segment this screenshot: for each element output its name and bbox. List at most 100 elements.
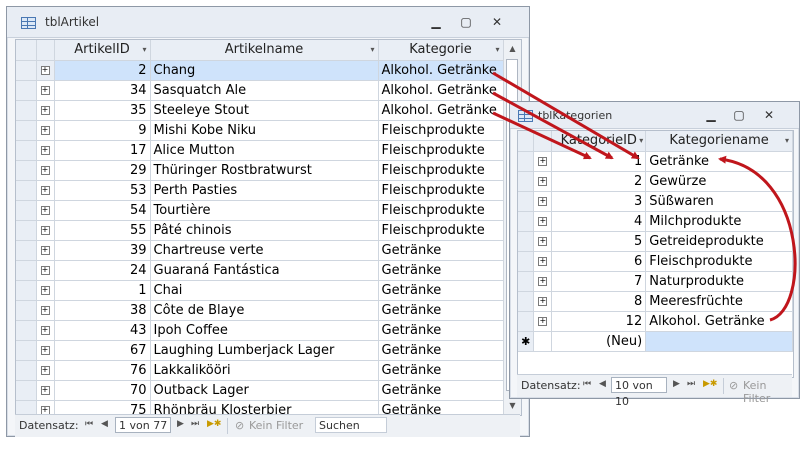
row-selector[interactable]	[16, 380, 37, 401]
cell-artikelid[interactable]: 24	[54, 260, 151, 281]
cell-artikelid[interactable]: 34	[54, 80, 151, 101]
cell-artikelid[interactable]: 54	[54, 200, 151, 221]
table-row[interactable]: +9 Mishi Kobe Niku Fleischprodukte	[16, 120, 504, 141]
table-row[interactable]: +8 Meeresfrüchte	[518, 291, 793, 312]
table-row[interactable]: +12 Alkohol. Getränke	[518, 311, 793, 332]
cell-artikelid[interactable]: 55	[54, 220, 151, 241]
table-row[interactable]: +35 Steeleye Stout Alkohol. Getränke	[16, 100, 504, 121]
cell-kategorieid[interactable]: 2	[551, 171, 647, 192]
cell-artikelname[interactable]: Thüringer Rostbratwurst	[150, 160, 379, 181]
cell-kategorieid[interactable]: 4	[551, 211, 647, 232]
row-selector[interactable]	[16, 340, 37, 361]
cell-artikelname[interactable]: Chartreuse verte	[150, 240, 379, 261]
last-record-icon[interactable]: ⏭	[687, 379, 695, 389]
cell-kategorie[interactable]: Getränke	[378, 280, 504, 301]
cell-kategorie[interactable]: Alkohol. Getränke	[378, 80, 504, 101]
expand-subdatasheet[interactable]: +	[533, 311, 553, 332]
cell-artikelid[interactable]: 39	[54, 240, 151, 261]
cell-kategorie[interactable]: Getränke	[378, 320, 504, 341]
categories-titlebar[interactable]: tblKategorien ▁ ▢ ✕	[510, 102, 799, 129]
cell-artikelname[interactable]: Chang	[150, 60, 379, 81]
cell-artikelname[interactable]: Ipoh Coffee	[150, 320, 379, 341]
row-selector[interactable]	[16, 120, 37, 141]
select-all-corner[interactable]	[16, 40, 37, 61]
row-selector[interactable]	[518, 291, 535, 312]
expand-subdatasheet[interactable]: +	[36, 120, 55, 141]
new-record-id[interactable]: (Neu)	[551, 331, 647, 352]
plus-icon[interactable]: +	[538, 216, 548, 226]
table-row[interactable]: +29 Thüringer Rostbratwurst Fleischprodukt…	[16, 160, 504, 181]
select-all-corner[interactable]	[518, 131, 535, 152]
last-record-icon[interactable]: ⏭	[191, 419, 199, 429]
row-selector[interactable]	[16, 220, 37, 241]
plus-icon[interactable]: +	[40, 225, 50, 235]
row-selector[interactable]	[16, 240, 37, 261]
row-selector[interactable]	[16, 360, 37, 381]
expand-subdatasheet[interactable]: +	[533, 171, 553, 192]
cell-artikelid[interactable]: 9	[54, 120, 151, 141]
cell-artikelname[interactable]: Mishi Kobe Niku	[150, 120, 379, 141]
cell-artikelid[interactable]: 29	[54, 160, 151, 181]
cell-kategorieid[interactable]: 6	[551, 251, 647, 272]
filter-status[interactable]: Kein Filter	[743, 379, 792, 405]
cell-artikelname[interactable]: Steeleye Stout	[150, 100, 379, 121]
table-row[interactable]: +5 Getreideprodukte	[518, 231, 793, 252]
record-position-field[interactable]: 10 von 10	[611, 377, 667, 408]
expand-subdatasheet[interactable]: +	[36, 280, 55, 301]
row-selector[interactable]	[518, 211, 535, 232]
cell-kategorie[interactable]: Fleischprodukte	[378, 140, 504, 161]
expand-subdatasheet[interactable]: +	[36, 240, 55, 261]
cell-artikelid[interactable]: 70	[54, 380, 151, 401]
cell-artikelid[interactable]: 67	[54, 340, 151, 361]
plus-icon[interactable]: +	[40, 185, 50, 195]
expand-subdatasheet[interactable]: +	[36, 180, 55, 201]
cell-kategorie[interactable]: Getränke	[378, 300, 504, 321]
cell-artikelname[interactable]: Alice Mutton	[150, 140, 379, 161]
expand-subdatasheet[interactable]: +	[36, 300, 55, 321]
table-row[interactable]: +1 Chai Getränke	[16, 280, 504, 301]
first-record-icon[interactable]: ⏮	[85, 419, 93, 429]
table-row[interactable]: +24 Guaraná Fantástica Getränke	[16, 260, 504, 281]
filter-icon[interactable]: ⊘	[235, 419, 244, 432]
plus-icon[interactable]: +	[538, 256, 548, 266]
cell-artikelid[interactable]: 43	[54, 320, 151, 341]
cell-kategorie[interactable]: Getränke	[378, 260, 504, 281]
expand-subdatasheet[interactable]: +	[36, 200, 55, 221]
table-row[interactable]: +7 Naturprodukte	[518, 271, 793, 292]
plus-icon[interactable]: +	[538, 176, 548, 186]
plus-icon[interactable]: +	[40, 125, 50, 135]
expand-subdatasheet[interactable]: +	[36, 360, 55, 381]
cell-artikelname[interactable]: Lakkalikööri	[150, 360, 379, 381]
maximize-icon[interactable]: ▢	[455, 13, 477, 31]
cell-artikelname[interactable]: Côte de Blaye	[150, 300, 379, 321]
dropdown-arrow-icon[interactable]: ▾	[370, 45, 374, 54]
cell-kategorie[interactable]: Getränke	[378, 380, 504, 401]
cell-artikelname[interactable]: Sasquatch Ale	[150, 80, 379, 101]
minimize-icon[interactable]: ▁	[700, 106, 722, 124]
cell-artikelname[interactable]: Guaraná Fantástica	[150, 260, 379, 281]
cell-kategoriename[interactable]: Naturprodukte	[645, 271, 793, 292]
plus-icon[interactable]: +	[40, 285, 50, 295]
row-selector[interactable]	[518, 231, 535, 252]
expand-subdatasheet[interactable]: +	[533, 251, 553, 272]
table-row[interactable]: +34 Sasquatch Ale Alkohol. Getränke	[16, 80, 504, 101]
table-row[interactable]: +38 Côte de Blaye Getränke	[16, 300, 504, 321]
cell-artikelid[interactable]: 2	[54, 60, 151, 81]
row-selector[interactable]	[16, 80, 37, 101]
expand-subdatasheet[interactable]: +	[533, 211, 553, 232]
table-row[interactable]: +2 Gewürze	[518, 171, 793, 192]
cell-artikelname[interactable]: Tourtière	[150, 200, 379, 221]
expand-subdatasheet[interactable]: +	[533, 231, 553, 252]
expand-subdatasheet[interactable]: +	[36, 60, 55, 81]
plus-icon[interactable]: +	[538, 236, 548, 246]
cell-kategoriename[interactable]: Fleischprodukte	[645, 251, 793, 272]
table-row[interactable]: +2 Chang Alkohol. Getränke	[16, 60, 504, 81]
cell-artikelname[interactable]: Outback Lager	[150, 380, 379, 401]
cell-artikelname[interactable]: Pâté chinois	[150, 220, 379, 241]
table-row[interactable]: +55 Pâté chinois Fleischprodukte	[16, 220, 504, 241]
expand-subdatasheet[interactable]: +	[36, 80, 55, 101]
cell-kategorie[interactable]: Getränke	[378, 360, 504, 381]
row-selector[interactable]	[518, 151, 535, 172]
table-row[interactable]: +53 Perth Pasties Fleischprodukte	[16, 180, 504, 201]
cell-kategorieid[interactable]: 5	[551, 231, 647, 252]
